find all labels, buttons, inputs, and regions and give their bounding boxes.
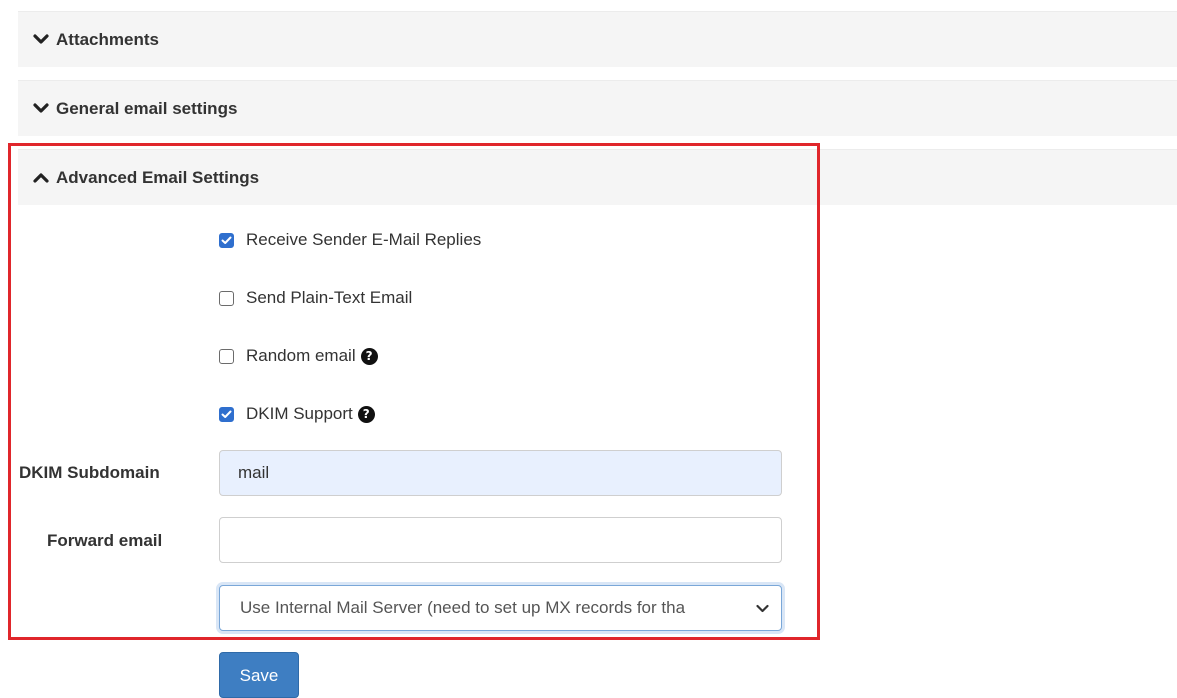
chevron-up-icon: [32, 169, 50, 187]
chevron-down-icon: [756, 604, 769, 613]
dkim-support-label: DKIM Support: [246, 404, 353, 423]
advanced-settings-section-header[interactable]: Advanced Email Settings: [18, 149, 1177, 205]
plain-text-checkbox[interactable]: [219, 290, 234, 306]
random-email-checkbox[interactable]: [219, 348, 234, 364]
forward-email-label: Forward email: [47, 531, 163, 550]
dkim-subdomain-input[interactable]: [219, 450, 782, 496]
attachments-section-header[interactable]: Attachments: [18, 11, 1177, 67]
mail-server-selected-value: Use Internal Mail Server (need to set up…: [240, 598, 686, 617]
mail-server-select[interactable]: Use Internal Mail Server (need to set up…: [219, 585, 782, 631]
forward-email-input[interactable]: [219, 517, 782, 563]
chevron-down-icon: [32, 100, 50, 118]
plain-text-option: Send Plain-Text Email: [219, 288, 412, 308]
dkim-support-checkbox[interactable]: [219, 406, 234, 422]
receive-replies-option: Receive Sender E-Mail Replies: [219, 230, 481, 250]
question-circle-icon[interactable]: ?: [357, 405, 375, 423]
question-circle-icon[interactable]: ?: [360, 347, 378, 365]
receive-replies-label: Receive Sender E-Mail Replies: [246, 230, 482, 249]
attachments-section-title: Attachments: [56, 29, 159, 49]
save-button[interactable]: Save: [219, 652, 299, 698]
general-settings-section-header[interactable]: General email settings: [18, 80, 1177, 136]
dkim-support-option: DKIM Support ?: [219, 404, 375, 424]
chevron-down-icon: [32, 31, 50, 49]
plain-text-label: Send Plain-Text Email: [246, 288, 413, 307]
receive-replies-checkbox[interactable]: [219, 232, 234, 248]
advanced-settings-section-title: Advanced Email Settings: [56, 167, 260, 187]
random-email-option: Random email ?: [219, 346, 378, 366]
general-settings-section-title: General email settings: [56, 98, 238, 118]
random-email-label: Random email: [246, 346, 356, 365]
dkim-subdomain-label: DKIM Subdomain: [19, 463, 160, 482]
highlight-frame: [8, 143, 820, 640]
